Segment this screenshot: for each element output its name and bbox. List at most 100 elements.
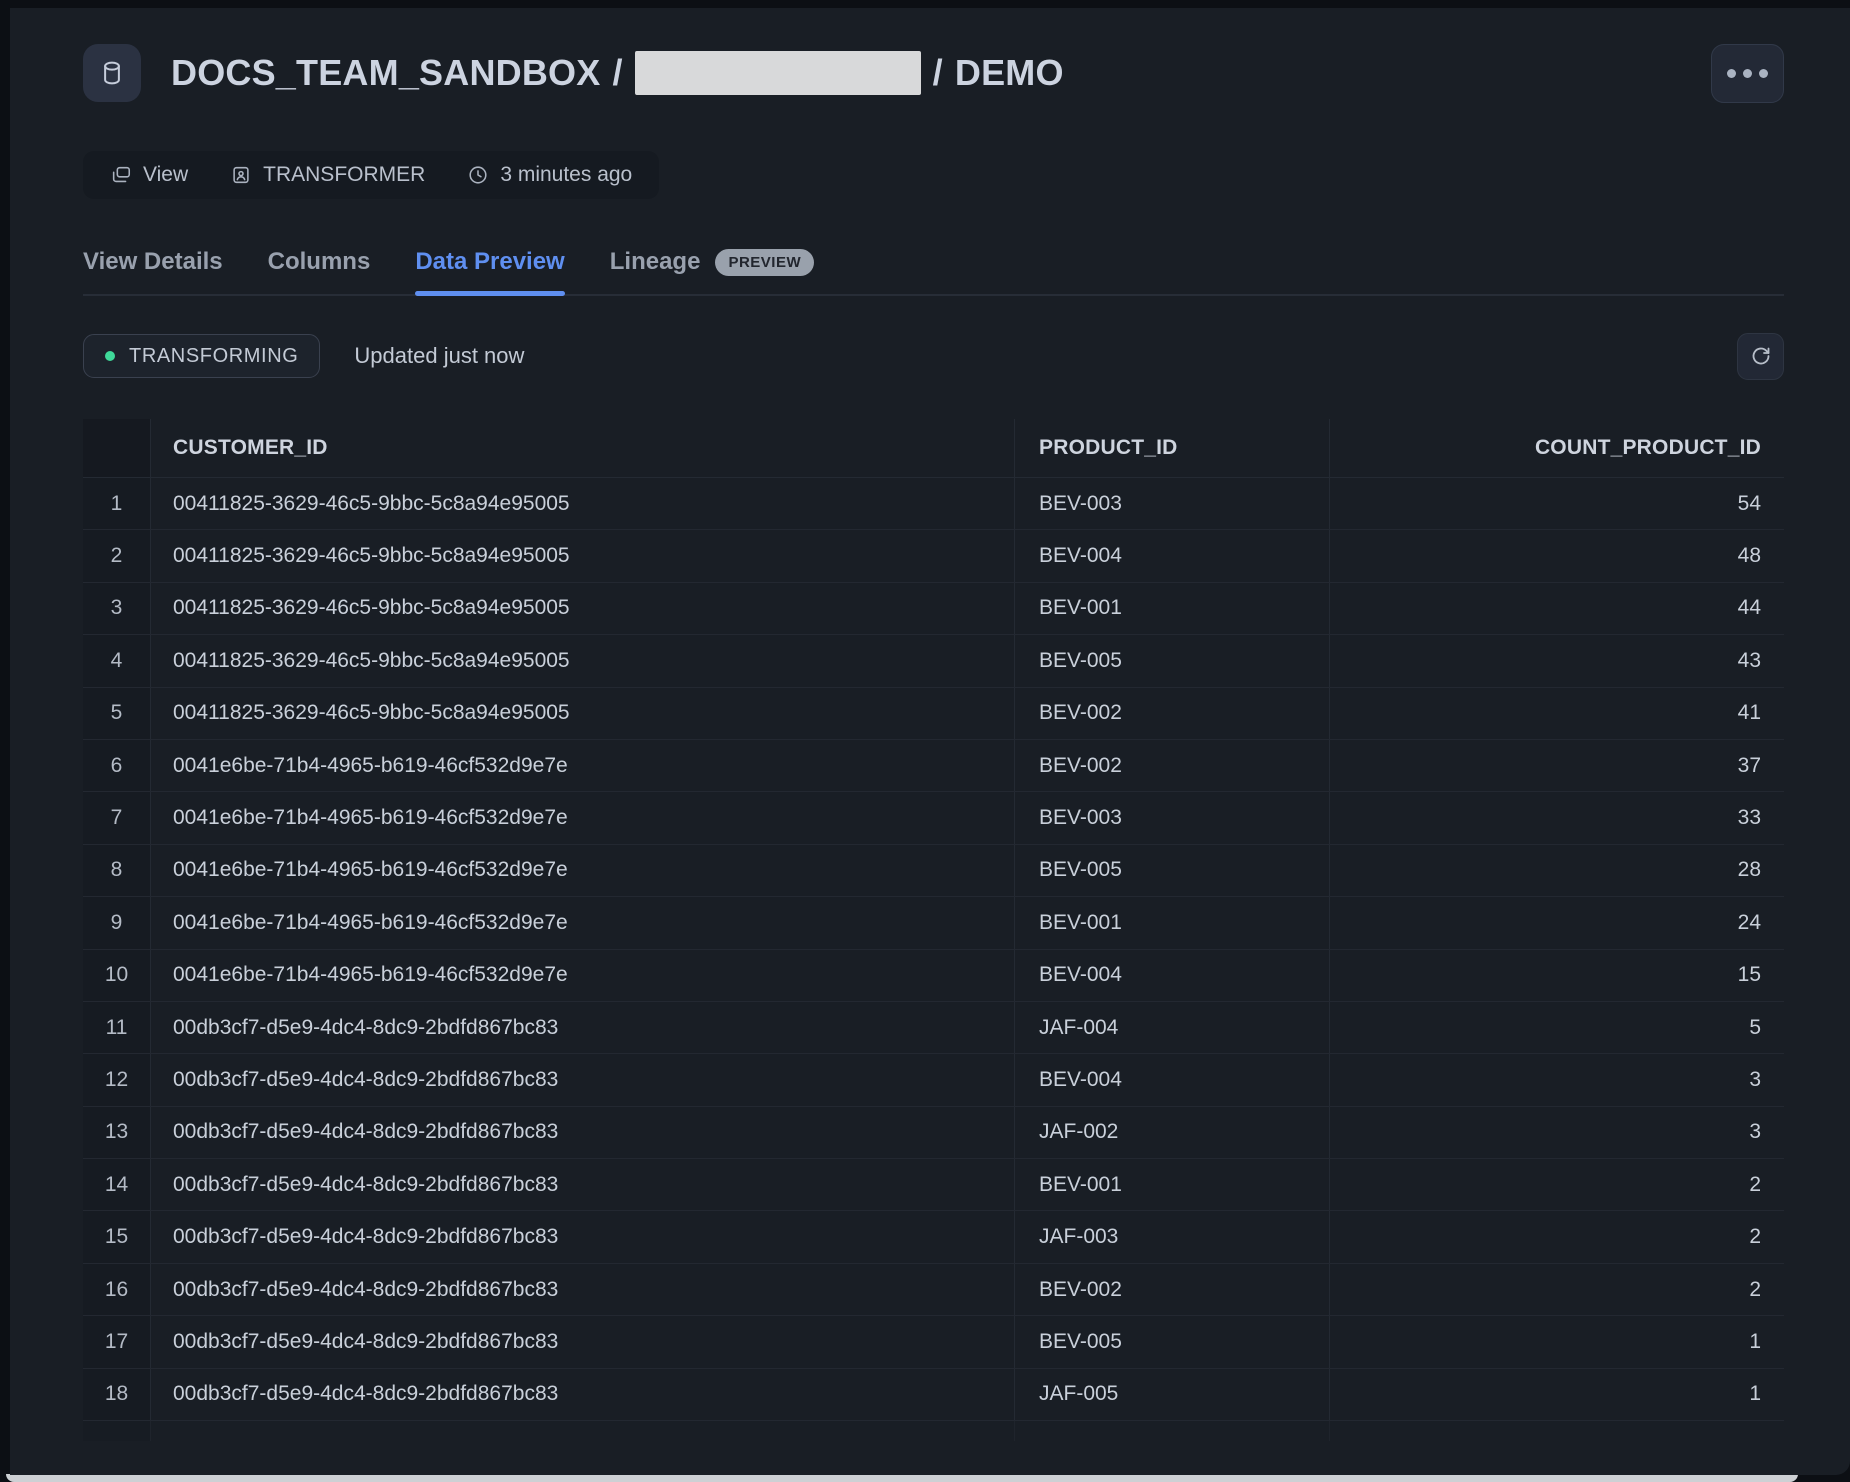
- table-row: 1500db3cf7-d5e9-4dc4-8dc9-2bdfd867bc83JA…: [83, 1211, 1784, 1263]
- table-row: 90041e6be-71b4-4965-b619-46cf532d9e7eBEV…: [83, 897, 1784, 949]
- table-header-row: CUSTOMER_ID PRODUCT_ID COUNT_PRODUCT_ID: [83, 419, 1784, 478]
- page-bottom-edge: [6, 1474, 1798, 1482]
- cell-product-id: BEV-001: [1015, 583, 1330, 634]
- table-row: 1400db3cf7-d5e9-4dc4-8dc9-2bdfd867bc83BE…: [83, 1159, 1784, 1211]
- more-actions-button[interactable]: [1711, 44, 1784, 103]
- last-updated-label: 3 minutes ago: [500, 163, 632, 187]
- cell-customer-id: 0041e6be-71b4-4965-b619-46cf532d9e7e: [151, 950, 1015, 1001]
- row-number: 2: [83, 530, 151, 581]
- row-number: 4: [83, 635, 151, 686]
- table-row: 300411825-3629-46c5-9bbc-5c8a94e95005BEV…: [83, 583, 1784, 635]
- cell-clipped: [83, 1421, 151, 1441]
- tab-columns[interactable]: Columns: [268, 248, 371, 294]
- row-number: 7: [83, 792, 151, 843]
- row-number: 15: [83, 1211, 151, 1262]
- table-row: 1300db3cf7-d5e9-4dc4-8dc9-2bdfd867bc83JA…: [83, 1107, 1784, 1159]
- data-preview-table: CUSTOMER_ID PRODUCT_ID COUNT_PRODUCT_ID …: [83, 419, 1784, 1475]
- header-count-product-id: COUNT_PRODUCT_ID: [1330, 419, 1784, 477]
- cell-customer-id: 00db3cf7-d5e9-4dc4-8dc9-2bdfd867bc83: [151, 1211, 1015, 1262]
- cell-count-product-id: 2: [1330, 1211, 1784, 1262]
- table-row: 70041e6be-71b4-4965-b619-46cf532d9e7eBEV…: [83, 792, 1784, 844]
- cell-count-product-id: 1: [1330, 1369, 1784, 1420]
- cell-customer-id: 0041e6be-71b4-4965-b619-46cf532d9e7e: [151, 845, 1015, 896]
- refresh-button[interactable]: [1737, 333, 1784, 380]
- cell-customer-id: 00411825-3629-46c5-9bbc-5c8a94e95005: [151, 688, 1015, 739]
- table-row: 1100db3cf7-d5e9-4dc4-8dc9-2bdfd867bc83JA…: [83, 1002, 1784, 1054]
- cell-product-id: BEV-004: [1015, 1054, 1330, 1105]
- cell-count-product-id: 24: [1330, 897, 1784, 948]
- cell-customer-id: 00db3cf7-d5e9-4dc4-8dc9-2bdfd867bc83: [151, 1054, 1015, 1105]
- cell-count-product-id: 44: [1330, 583, 1784, 634]
- role-badge: TRANSFORMER: [230, 163, 425, 187]
- cell-count-product-id: 43: [1330, 635, 1784, 686]
- row-number: 17: [83, 1316, 151, 1367]
- cell-clipped: [1015, 1421, 1330, 1441]
- header-row-number: [83, 419, 151, 477]
- header-customer-id: CUSTOMER_ID: [151, 419, 1015, 477]
- preview-badge: PREVIEW: [715, 249, 814, 276]
- title-separator: /: [933, 52, 943, 94]
- ellipsis-icon: [1743, 69, 1752, 78]
- cell-count-product-id: 41: [1330, 688, 1784, 739]
- cell-product-id: BEV-005: [1015, 635, 1330, 686]
- cell-customer-id: 00db3cf7-d5e9-4dc4-8dc9-2bdfd867bc83: [151, 1264, 1015, 1315]
- cell-count-product-id: 28: [1330, 845, 1784, 896]
- cell-count-product-id: 2: [1330, 1159, 1784, 1210]
- status-row: TRANSFORMING Updated just now: [83, 330, 1784, 382]
- header-product-id: PRODUCT_ID: [1015, 419, 1330, 477]
- cell-customer-id: 00411825-3629-46c5-9bbc-5c8a94e95005: [151, 583, 1015, 634]
- cell-product-id: BEV-004: [1015, 950, 1330, 1001]
- status-badge: TRANSFORMING: [83, 334, 320, 378]
- cell-count-product-id: 37: [1330, 740, 1784, 791]
- title-redacted-schema: [635, 51, 921, 95]
- cell-product-id: BEV-004: [1015, 530, 1330, 581]
- metadata-bar: View TRANSFORMER 3 minutes ago: [83, 151, 659, 199]
- status-label: TRANSFORMING: [129, 345, 298, 368]
- ellipsis-icon: [1727, 69, 1736, 78]
- cell-customer-id: 00db3cf7-d5e9-4dc4-8dc9-2bdfd867bc83: [151, 1002, 1015, 1053]
- cell-clipped: [151, 1421, 1015, 1441]
- refresh-icon: [1749, 344, 1773, 368]
- cell-customer-id: 00db3cf7-d5e9-4dc4-8dc9-2bdfd867bc83: [151, 1107, 1015, 1158]
- cell-customer-id: 00411825-3629-46c5-9bbc-5c8a94e95005: [151, 530, 1015, 581]
- tab-label: View Details: [83, 248, 223, 276]
- cell-product-id: BEV-002: [1015, 740, 1330, 791]
- tab-data-preview[interactable]: Data Preview: [415, 248, 564, 294]
- cell-clipped: [1330, 1421, 1784, 1441]
- cell-product-id: BEV-003: [1015, 478, 1330, 529]
- cell-product-id: JAF-005: [1015, 1369, 1330, 1420]
- row-number: 9: [83, 897, 151, 948]
- clock-icon: [467, 164, 489, 186]
- table-body: 100411825-3629-46c5-9bbc-5c8a94e95005BEV…: [83, 478, 1784, 1441]
- table-row: 1600db3cf7-d5e9-4dc4-8dc9-2bdfd867bc83BE…: [83, 1264, 1784, 1316]
- role-label: TRANSFORMER: [263, 163, 425, 187]
- table-row: 1200db3cf7-d5e9-4dc4-8dc9-2bdfd867bc83BE…: [83, 1054, 1784, 1106]
- tab-label: Columns: [268, 248, 371, 276]
- cell-product-id: BEV-001: [1015, 897, 1330, 948]
- cell-count-product-id: 1: [1330, 1316, 1784, 1367]
- table-row: 500411825-3629-46c5-9bbc-5c8a94e95005BEV…: [83, 688, 1784, 740]
- table-row-partial: [83, 1421, 1784, 1441]
- cell-product-id: BEV-003: [1015, 792, 1330, 843]
- cell-product-id: BEV-005: [1015, 845, 1330, 896]
- cell-product-id: BEV-002: [1015, 1264, 1330, 1315]
- title-separator: /: [612, 52, 622, 94]
- cell-customer-id: 0041e6be-71b4-4965-b619-46cf532d9e7e: [151, 897, 1015, 948]
- tab-view-details[interactable]: View Details: [83, 248, 223, 294]
- object-type-label: View: [143, 163, 188, 187]
- ellipsis-icon: [1759, 69, 1768, 78]
- table-row: 100411825-3629-46c5-9bbc-5c8a94e95005BEV…: [83, 478, 1784, 530]
- cell-count-product-id: 15: [1330, 950, 1784, 1001]
- cell-count-product-id: 33: [1330, 792, 1784, 843]
- cell-customer-id: 00411825-3629-46c5-9bbc-5c8a94e95005: [151, 478, 1015, 529]
- page-title: DOCS_TEAM_SANDBOX / / DEMO: [171, 51, 1064, 95]
- cell-count-product-id: 3: [1330, 1107, 1784, 1158]
- cell-customer-id: 00db3cf7-d5e9-4dc4-8dc9-2bdfd867bc83: [151, 1369, 1015, 1420]
- row-number: 1: [83, 478, 151, 529]
- cell-customer-id: 0041e6be-71b4-4965-b619-46cf532d9e7e: [151, 792, 1015, 843]
- table-row: 200411825-3629-46c5-9bbc-5c8a94e95005BEV…: [83, 530, 1784, 582]
- row-number: 16: [83, 1264, 151, 1315]
- database-icon: [83, 44, 141, 102]
- header: DOCS_TEAM_SANDBOX / / DEMO: [83, 42, 1784, 104]
- tab-lineage[interactable]: Lineage PREVIEW: [610, 248, 814, 294]
